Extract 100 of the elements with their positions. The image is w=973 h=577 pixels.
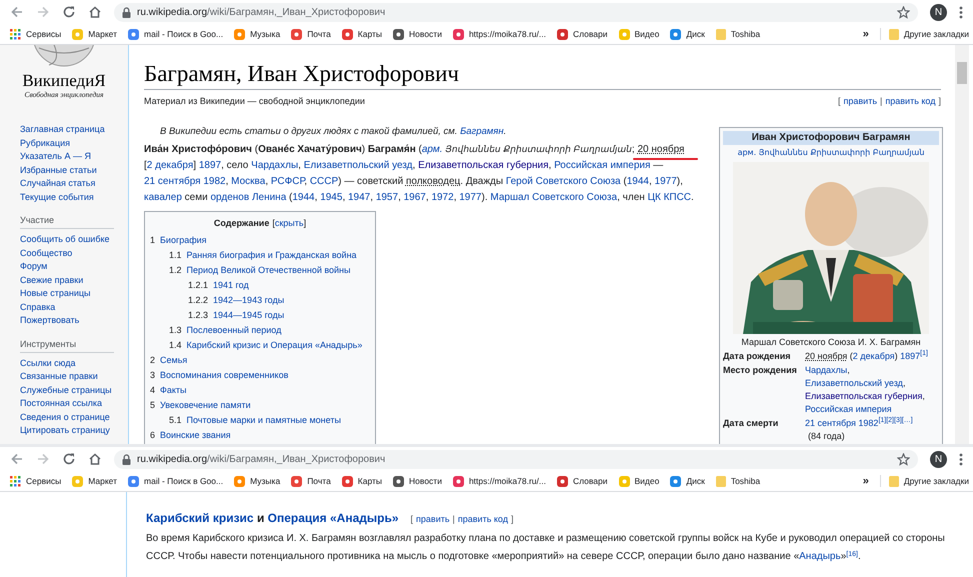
toc-toggle-link[interactable]: скрыть	[274, 216, 304, 230]
address-bar[interactable]: ru.wikipedia.org/wiki/Баграмян,_Иван_Христофорович	[114, 2, 918, 22]
more-bookmarks-button[interactable]: »	[862, 472, 869, 490]
reload-icon[interactable]	[62, 452, 76, 466]
link[interactable]: 1945	[320, 192, 342, 202]
reference-link[interactable]: [16]	[846, 550, 858, 558]
link[interactable]: 1972	[431, 192, 454, 202]
sidebar-link[interactable]: Рубрикация	[20, 138, 70, 148]
link[interactable]: орденов Ленина	[210, 192, 286, 202]
bookmark-link[interactable]: Карты	[342, 28, 382, 40]
toc-link[interactable]: 1.4 Карибский кризис и Операция «Анадырь»	[169, 340, 362, 350]
scrollbar-track[interactable]	[955, 45, 969, 444]
bookmark-link[interactable]: Другие закладки	[880, 28, 969, 40]
address-bar[interactable]: ru.wikipedia.org/wiki/Баграмян,_Иван_Христофорович	[114, 450, 918, 468]
bookmark-link[interactable]: Toshiba	[716, 474, 760, 488]
sidebar-link[interactable]: Цитировать страницу	[20, 425, 110, 435]
link[interactable]: 21 сентября 1982	[805, 418, 878, 428]
link[interactable]: Российская империя	[554, 160, 650, 170]
bookmark-link[interactable]: Новости	[393, 28, 442, 40]
sidebar-link[interactable]: Постоянная ссылка	[20, 398, 102, 408]
sidebar-link[interactable]: Справка	[20, 302, 56, 312]
link[interactable]: Елизаветпольская губерния	[805, 390, 922, 400]
bookmark-link[interactable]: Музыка	[234, 474, 280, 488]
sidebar-link[interactable]: Пожертвовать	[20, 315, 80, 325]
bookmark-link[interactable]: mail - Поиск в Goo...	[128, 474, 224, 488]
sidebar-link[interactable]: Избранные статьи	[20, 164, 97, 174]
link[interactable]: Елизаветпольский уезд	[304, 160, 413, 170]
sidebar-link[interactable]: Новые страницы	[20, 288, 91, 298]
sidebar-link[interactable]: Текущие события	[20, 192, 94, 202]
link[interactable]: Баграмян	[460, 126, 504, 136]
home-icon[interactable]	[88, 5, 102, 19]
link[interactable]: 1897	[198, 160, 222, 170]
link[interactable]: 1944	[292, 192, 315, 202]
link[interactable]: Маршал Советского Союза	[490, 192, 618, 202]
bookmark-link[interactable]: Диск	[670, 28, 705, 40]
reference-link[interactable]: [1]	[920, 350, 928, 357]
toc-link[interactable]: 4 Факты	[150, 385, 186, 395]
reload-icon[interactable]	[62, 5, 76, 19]
bookmark-link[interactable]: Toshiba	[716, 28, 760, 40]
link[interactable]: Елизаветпольский уезд	[805, 378, 903, 388]
sidebar-link[interactable]: Случайная статья	[20, 178, 96, 188]
reference-link[interactable]: [1][2][3][…]	[878, 417, 913, 424]
sidebar-link[interactable]: Сообщить об ошибке	[20, 234, 110, 244]
back-icon[interactable]	[10, 5, 24, 19]
edit-link[interactable]: править код	[458, 513, 508, 526]
sidebar-link[interactable]: Форум	[20, 261, 48, 271]
toc-link[interactable]: 2 Семья	[150, 355, 188, 365]
link[interactable]: ЦК КПСС	[648, 192, 692, 202]
bookmark-link[interactable]: Маркет	[72, 474, 118, 488]
menu-icon[interactable]	[959, 452, 963, 466]
toc-link[interactable]: 1.1 Ранняя биография и Гражданская война	[169, 250, 357, 260]
link[interactable]: Анадырь	[799, 551, 841, 562]
link[interactable]: 20 ноября	[637, 144, 684, 154]
bookmark-link[interactable]: Видео	[618, 474, 660, 488]
bookmark-link[interactable]: Карты	[342, 474, 382, 488]
link[interactable]: Операция «Анадырь»	[268, 511, 399, 525]
link[interactable]: 21 сентября 1982	[144, 176, 226, 186]
link[interactable]: 20 ноября	[805, 350, 848, 360]
link[interactable]: 1967	[404, 192, 426, 202]
sidebar-link[interactable]: Свежие правки	[20, 274, 84, 284]
star-icon[interactable]	[897, 452, 910, 466]
sidebar-link[interactable]: Указатель А — Я	[20, 151, 91, 161]
bookmark-link[interactable]: Маркет	[72, 28, 118, 40]
link[interactable]: Российская империя	[805, 404, 892, 414]
bookmark-link[interactable]: https://moika78.ru/...	[452, 474, 546, 488]
home-icon[interactable]	[88, 452, 102, 466]
bookmark-link[interactable]: Новости	[393, 474, 442, 488]
edit-link[interactable]: править код	[885, 95, 936, 108]
toc-link[interactable]: 3 Воспоминания современников	[150, 370, 288, 380]
bookmark-link[interactable]: Почта	[291, 28, 331, 40]
toc-link[interactable]: 5.1 Почтовые марки и памятные монеты	[169, 415, 341, 425]
link[interactable]: кавалер	[144, 192, 182, 202]
link[interactable]: полководец	[406, 176, 460, 186]
bookmark-link[interactable]: Сервисы	[10, 28, 62, 40]
bookmark-link[interactable]: Другие закладки	[880, 474, 969, 488]
sidebar-link[interactable]: Сообщество	[20, 248, 72, 258]
edit-link[interactable]: править	[844, 95, 878, 108]
link[interactable]: Москва	[231, 176, 266, 186]
link[interactable]: 1944	[626, 176, 649, 186]
bookmark-link[interactable]: https://moika78.ru/...	[452, 28, 546, 40]
sidebar-link[interactable]: Служебные страницы	[20, 384, 112, 394]
toc-link[interactable]: 5 Увековечение памяти	[150, 400, 251, 410]
link[interactable]: 1957	[376, 192, 398, 202]
bookmark-link[interactable]: mail - Поиск в Goo...	[128, 28, 224, 40]
link[interactable]: Чардахлы	[251, 160, 298, 170]
avatar-button[interactable]: N	[930, 450, 947, 468]
more-bookmarks-button[interactable]: »	[862, 26, 869, 42]
sidebar-link[interactable]: Связанные правки	[20, 371, 98, 381]
toc-link[interactable]: 1 Биография	[150, 235, 207, 245]
bookmark-link[interactable]: Почта	[291, 474, 331, 488]
bookmark-link[interactable]: Словари	[556, 28, 608, 40]
sidebar-link[interactable]: Ссылки сюда	[20, 358, 76, 368]
toc-link[interactable]: 1.2.2 1942—1943 годы	[188, 295, 284, 305]
menu-icon[interactable]	[959, 6, 963, 18]
toc-link[interactable]: 1.2.1 1941 год	[188, 280, 249, 290]
toc-link[interactable]: 6 Воинские звания	[150, 430, 231, 440]
link[interactable]: Елизаветпольская губерния	[418, 160, 548, 170]
sidebar-link[interactable]: Заглавная страница	[20, 124, 105, 134]
link[interactable]: 1977	[459, 192, 482, 202]
link[interactable]: РСФСР	[270, 176, 304, 186]
